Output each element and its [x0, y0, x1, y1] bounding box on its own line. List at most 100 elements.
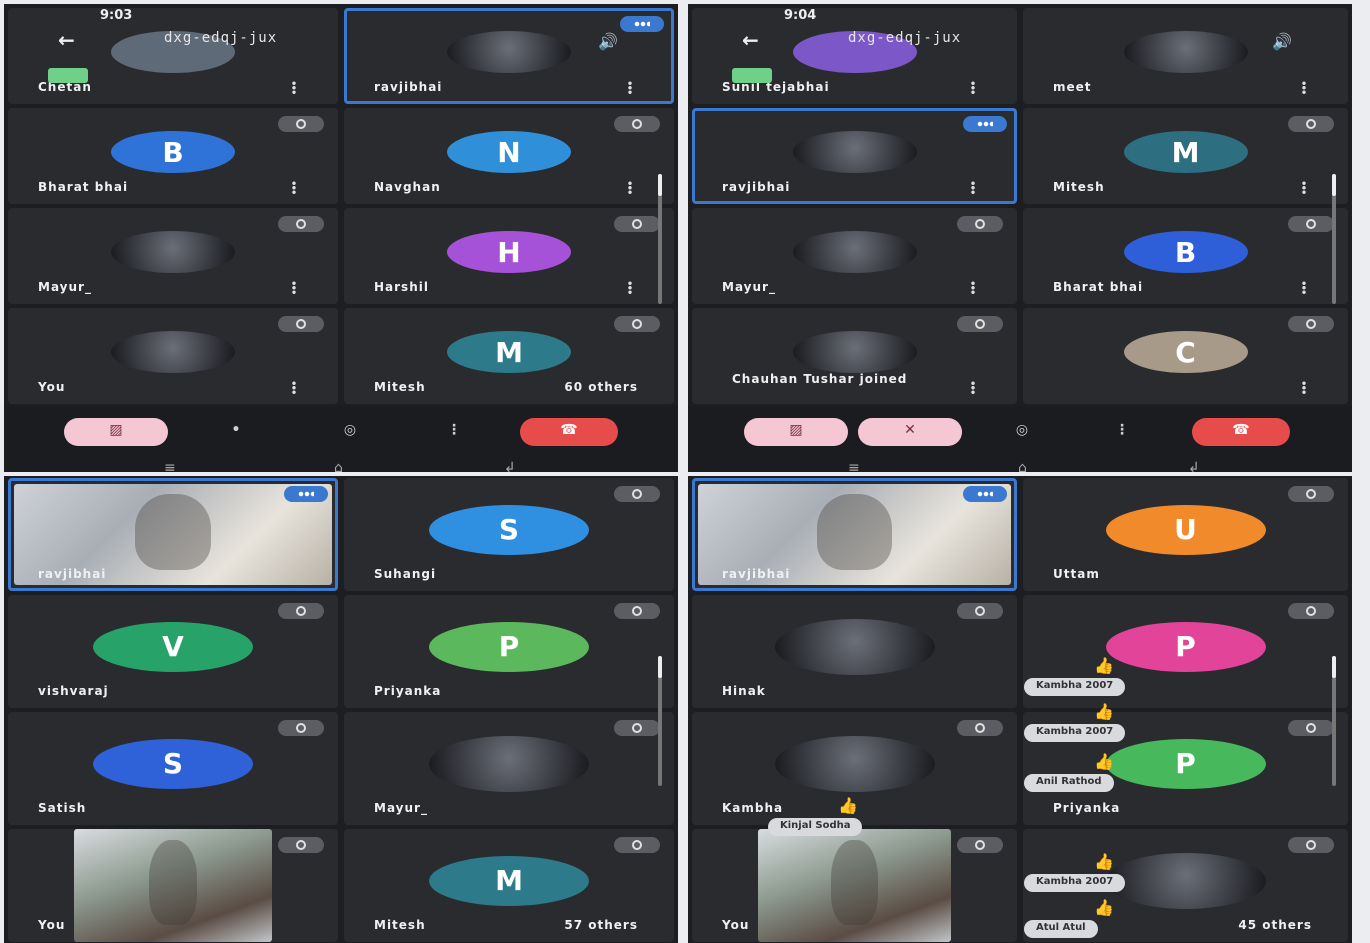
camera-off-button[interactable]: ▨	[64, 418, 168, 446]
others-count[interactable]: 57 others	[564, 918, 638, 932]
meet-screenshot-2: Sunil tejabhai meet ravjibhai M Mitesh Mayur_…	[688, 4, 1352, 472]
scrollbar[interactable]	[1332, 174, 1336, 304]
participant-tile[interactable]: Vvishvaraj	[8, 595, 338, 708]
participant-tile[interactable]: B Bharat bhai	[1023, 208, 1348, 304]
participant-name: ravjibhai	[374, 80, 443, 94]
participant-name: Hinak	[722, 684, 766, 698]
more-options-icon[interactable]	[971, 81, 975, 94]
participant-tile[interactable]: ravjibhai	[692, 108, 1017, 204]
end-call-button[interactable]: ☎	[1192, 418, 1290, 446]
back-nav-icon[interactable]: ↲	[1188, 460, 1200, 472]
others-count[interactable]: 45 others	[1238, 918, 1312, 932]
participant-tile[interactable]: Sunil tejabhai	[692, 8, 1017, 104]
captions-button[interactable]: ◎	[1002, 418, 1042, 446]
more-options-icon[interactable]	[1302, 81, 1306, 94]
more-options-icon[interactable]	[292, 81, 296, 94]
back-arrow-icon[interactable]: ←	[742, 28, 759, 52]
participant-tile[interactable]: U Uttam	[1023, 478, 1348, 591]
scrollbar[interactable]	[658, 174, 662, 304]
more-options-icon[interactable]	[1302, 281, 1306, 294]
mic-off-button[interactable]: ✕	[858, 418, 962, 446]
camera-off-button[interactable]: ▨	[744, 418, 848, 446]
scrollbar-thumb[interactable]	[1332, 656, 1336, 678]
recent-apps-icon[interactable]: ≡	[848, 460, 860, 472]
participant-tile[interactable]: ravjibhai	[8, 478, 338, 591]
others-count[interactable]: 60 others	[564, 380, 638, 394]
avatar-circle: C	[1123, 331, 1248, 374]
more-options-icon[interactable]	[971, 181, 975, 194]
participant-tile[interactable]: meet	[1023, 8, 1348, 104]
more-options-icon[interactable]	[628, 81, 632, 94]
scrollbar[interactable]	[658, 656, 662, 786]
participant-tile[interactable]: Mayur_	[8, 208, 338, 304]
reaction-chip: Kambha 2007	[1024, 678, 1126, 696]
participant-tile[interactable]: You	[8, 829, 338, 942]
scrollbar-thumb[interactable]	[658, 656, 662, 678]
home-icon[interactable]: ⌂	[1018, 460, 1027, 472]
speaker-icon[interactable]: 🔊	[598, 32, 618, 51]
participant-tile[interactable]: ravjibhai	[344, 8, 674, 104]
participant-tile[interactable]: Hinak	[692, 595, 1017, 708]
profile-photo	[447, 31, 571, 74]
recent-apps-icon[interactable]: ≡	[164, 460, 176, 472]
thumbs-up-icon: 👍	[1094, 752, 1114, 771]
end-call-button[interactable]: ☎	[520, 418, 618, 446]
participant-tile[interactable]: M Mitesh 57 others	[344, 829, 674, 942]
more-options-icon[interactable]	[971, 281, 975, 294]
profile-photo	[1105, 852, 1266, 909]
scrollbar-thumb[interactable]	[658, 174, 662, 196]
participant-tile[interactable]: S Suhangi	[344, 478, 674, 591]
more-options-icon[interactable]	[292, 381, 296, 394]
profile-photo	[111, 331, 235, 374]
speaker-icon[interactable]: 🔊	[1272, 32, 1292, 51]
more-options-icon[interactable]	[971, 381, 975, 394]
participant-name: ravjibhai	[722, 180, 791, 194]
participant-name: Bharat bhai	[38, 180, 129, 194]
reaction-chip: Kinjal Sodha	[768, 818, 863, 836]
participant-tile[interactable]: You	[8, 308, 338, 404]
thumbs-up-icon: 👍	[1094, 656, 1114, 675]
participant-name: vishvaraj	[38, 684, 109, 698]
participant-tile[interactable]: Mayur_	[692, 208, 1017, 304]
participant-tile[interactable]: S Satish	[8, 712, 338, 825]
scrollbar-thumb[interactable]	[1332, 174, 1336, 196]
participant-tile[interactable]: Chetan	[8, 8, 338, 104]
scrollbar[interactable]	[1332, 656, 1336, 786]
meeting-code[interactable]: dxg-edqj-jux	[164, 30, 277, 46]
back-arrow-icon[interactable]: ←	[58, 28, 75, 52]
speaking-indicator-icon	[620, 16, 664, 32]
mic-off-icon	[278, 316, 324, 332]
face-silhouette	[831, 840, 878, 926]
participant-tile[interactable]: B Bharat bhai	[8, 108, 338, 204]
participant-tile[interactable]: P Priyanka	[344, 595, 674, 708]
more-options-icon[interactable]	[292, 181, 296, 194]
more-options-icon[interactable]	[1302, 381, 1306, 394]
status-time: 9:03	[100, 8, 133, 23]
call-controls: ▨ • ◎ ⋮ ☎	[4, 406, 678, 458]
more-options-icon[interactable]	[292, 281, 296, 294]
participant-tile[interactable]: M Mitesh	[1023, 108, 1348, 204]
camera-video	[758, 829, 951, 942]
participant-tile[interactable]: M Mitesh 60 others	[344, 308, 674, 404]
captions-button[interactable]: ◎	[330, 418, 370, 446]
participant-tile[interactable]	[692, 308, 1017, 404]
more-button[interactable]: ⋮	[1102, 418, 1142, 446]
back-nav-icon[interactable]: ↲	[504, 460, 516, 472]
mic-button[interactable]: •	[216, 418, 256, 446]
more-options-icon[interactable]	[1302, 181, 1306, 194]
home-icon[interactable]: ⌂	[334, 460, 343, 472]
more-options-icon[interactable]	[628, 181, 632, 194]
participant-tile[interactable]: ravjibhai	[692, 478, 1017, 591]
participant-tile[interactable]: N Navghan	[344, 108, 674, 204]
end-call-icon: ☎	[1232, 422, 1250, 438]
thumbs-up-icon: 👍	[838, 796, 858, 815]
participant-tile[interactable]: Mayur_	[344, 712, 674, 825]
meeting-code[interactable]: dxg-edqj-jux	[848, 30, 961, 46]
participant-tile[interactable]: H Harshil	[344, 208, 674, 304]
participant-tile[interactable]: C	[1023, 308, 1348, 404]
more-button[interactable]: ⋮	[434, 418, 474, 446]
participant-tile[interactable]: You	[692, 829, 1017, 942]
meet-screenshot-3: ravjibhai S Suhangi Vvishvaraj P Priyanka S Sat…	[4, 476, 678, 943]
more-options-icon[interactable]	[628, 281, 632, 294]
participant-name: Mayur_	[38, 280, 92, 294]
